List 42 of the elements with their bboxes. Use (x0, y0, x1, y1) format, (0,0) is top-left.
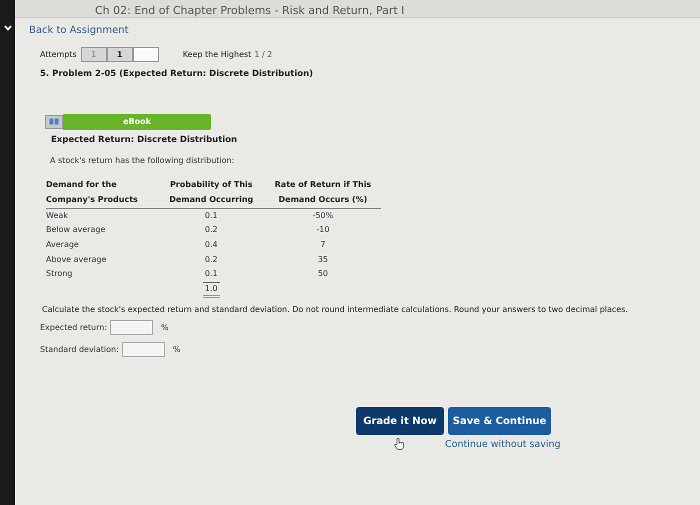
table-cell: Strong (46, 269, 72, 278)
intro-text: A stock's return has the following distribution: (50, 154, 236, 166)
total-cell: 1.0 (202, 282, 220, 298)
table-cell: Average (46, 240, 79, 249)
action-button[interactable]: Grade it Now (356, 407, 444, 436)
section-title: Expected Return: Discrete Distribution (51, 134, 238, 146)
action-button[interactable]: Save & Continue (448, 407, 551, 436)
back-link[interactable]: Back to Assignment (29, 23, 700, 38)
table-cell: 50 (318, 269, 328, 278)
answer-field[interactable] (122, 342, 165, 358)
table-cell: 0.4 (204, 240, 218, 249)
page-title: Ch 02: End of Chapter Problems - Risk and Return, Part I (95, 4, 404, 17)
book-icon[interactable] (45, 114, 63, 129)
attempt-box: 1 (80, 47, 107, 62)
instructions-text: Calculate the stock's expected return and standard deviation. Do not round intermediate calculations. Round your answers to two decimal places. (42, 304, 629, 316)
unit-label: % (161, 322, 169, 334)
field-label: Standard deviation: (40, 344, 119, 356)
table-cell: -50% (312, 210, 334, 220)
problem-title: 5. Problem 2-05 (Expected Return: Discrete Distribution) (40, 68, 314, 81)
table-cell: 0.1 (204, 269, 218, 278)
column-header: Rate of Return if This Demand Occurs (%) (274, 178, 372, 206)
table-cell: 0.2 (204, 225, 218, 234)
column-header: Probability of This Demand Occurring (168, 178, 254, 206)
table-cell: 0.1 (204, 210, 218, 220)
table-cell: 0.2 (204, 254, 218, 264)
attempt-box: 1 (106, 47, 133, 62)
continue-without-saving-link[interactable]: Continue without saving (445, 438, 561, 452)
table-cell: -10 (316, 225, 330, 234)
table-cell: Below average (46, 225, 106, 234)
field-label: Expected return: (40, 322, 108, 334)
unit-label: % (172, 344, 180, 356)
table-cell: 7 (320, 240, 326, 249)
table-cell: 35 (318, 254, 328, 264)
table-cell: Weak (46, 210, 68, 220)
keep-highest-value: 1 / 2 (254, 48, 272, 60)
table-cell: Above average (46, 254, 106, 264)
chevron-down-icon[interactable] (4, 25, 12, 31)
keep-highest-label: Keep the Highest (182, 48, 252, 60)
hand-cursor-icon (394, 438, 405, 450)
attempts-label: Attempts (40, 48, 77, 60)
answer-field[interactable] (110, 320, 154, 336)
column-header: Demand for the Company's Products (46, 178, 139, 206)
